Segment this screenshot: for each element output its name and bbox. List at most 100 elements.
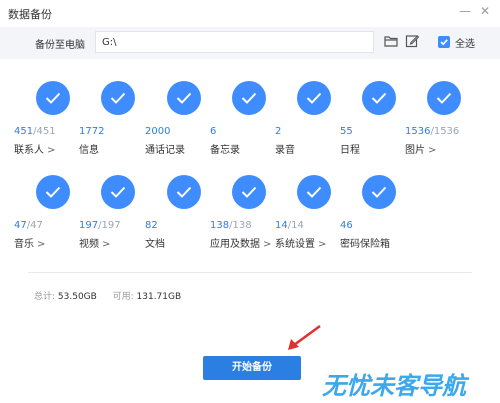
category-item[interactable]: 138/138 应用及数据 > — [210, 175, 283, 250]
category-count: 1772 — [79, 126, 104, 137]
category-count-value: 46 — [340, 220, 353, 231]
category-item[interactable]: 14/14 系统设置 > — [275, 175, 348, 250]
category-checked-icon[interactable] — [427, 81, 461, 115]
category-count-total: 47 — [30, 220, 43, 231]
edit-icon[interactable] — [404, 33, 420, 49]
category-count: 2 — [275, 126, 281, 137]
category-item[interactable]: 55 日程 — [340, 81, 413, 156]
category-label: 音乐 — [14, 239, 34, 250]
category-item[interactable]: 2 录音 — [275, 81, 348, 156]
category-count-total: 14 — [291, 220, 304, 231]
chevron-right-icon[interactable]: > — [263, 239, 271, 250]
backup-path-value: G:\ — [102, 37, 117, 48]
category-item[interactable]: 47/47 音乐 > — [14, 175, 87, 250]
category-label: 通话记录 — [145, 145, 185, 156]
divider — [28, 272, 472, 273]
chevron-right-icon[interactable]: > — [102, 239, 110, 250]
backup-path-input[interactable]: G:\ — [95, 31, 374, 53]
category-checked-icon[interactable] — [101, 175, 135, 209]
category-name: 备忘录 — [210, 141, 243, 156]
category-item[interactable]: 6 备忘录 — [210, 81, 283, 156]
category-checked-icon[interactable] — [297, 81, 331, 115]
start-backup-button[interactable]: 开始备份 — [203, 356, 301, 380]
red-arrow-icon — [288, 324, 321, 350]
category-checked-icon[interactable] — [167, 175, 201, 209]
category-checked-icon[interactable] — [167, 81, 201, 115]
category-count: 1536/1536 — [405, 126, 459, 137]
category-count-total: 138 — [232, 220, 252, 231]
category-name: 通话记录 — [145, 141, 188, 156]
category-count-value: 55 — [340, 126, 353, 137]
category-checked-icon[interactable] — [362, 81, 396, 115]
category-checked-icon[interactable] — [297, 175, 331, 209]
category-count-value: 197 — [79, 220, 99, 231]
category-count-value: 138 — [210, 220, 230, 231]
category-count-total: 197 — [101, 220, 121, 231]
category-label: 文档 — [145, 239, 165, 250]
category-name: 音乐 > — [14, 235, 45, 250]
category-count-value: 1772 — [79, 126, 105, 137]
category-checked-icon[interactable] — [232, 81, 266, 115]
category-item[interactable]: 197/197 视频 > — [79, 175, 152, 250]
category-count: 55 — [340, 126, 353, 137]
category-count-total: 451 — [36, 126, 56, 137]
close-icon[interactable]: ✕ — [478, 4, 492, 18]
chevron-right-icon[interactable]: > — [318, 239, 326, 250]
category-checked-icon[interactable] — [36, 175, 70, 209]
category-count: 6 — [210, 126, 216, 137]
category-label: 联系人 — [14, 145, 44, 156]
category-label: 备忘录 — [210, 145, 240, 156]
category-name: 日程 — [340, 141, 363, 156]
category-name: 联系人 > — [14, 141, 55, 156]
backup-path-bar: 备份至电脑 G:\ 全选 — [0, 27, 500, 59]
minimize-icon[interactable]: — — [458, 4, 472, 18]
category-count: 138/138 — [210, 220, 252, 231]
category-label: 密码保险箱 — [340, 239, 390, 250]
category-item[interactable]: 2000 通话记录 — [145, 81, 218, 156]
category-label: 应用及数据 — [210, 239, 260, 250]
category-item[interactable]: 1536/1536 图片 > — [405, 81, 478, 156]
select-all-checkbox[interactable]: 全选 — [438, 35, 475, 50]
watermark-logo: 无忧未客导航 — [322, 372, 466, 400]
category-name: 信息 — [79, 141, 102, 156]
category-count-value: 1536 — [405, 126, 431, 137]
category-label: 日程 — [340, 145, 360, 156]
category-label: 录音 — [275, 145, 295, 156]
chevron-right-icon[interactable]: > — [47, 145, 55, 156]
category-count: 2000 — [145, 126, 170, 137]
category-item[interactable]: 451/451 联系人 > — [14, 81, 87, 156]
category-count-value: 14 — [275, 220, 288, 231]
category-label: 信息 — [79, 145, 99, 156]
category-item[interactable]: 46 密码保险箱 — [340, 175, 413, 250]
category-name: 应用及数据 > — [210, 235, 271, 250]
available-value: 131.71GB — [136, 292, 182, 302]
window-title: 数据备份 — [8, 8, 52, 21]
category-count-value: 2000 — [145, 126, 171, 137]
category-checked-icon[interactable] — [36, 81, 70, 115]
category-checked-icon[interactable] — [232, 175, 266, 209]
category-name: 视频 > — [79, 235, 110, 250]
select-all-label: 全选 — [455, 38, 475, 50]
category-count: 47/47 — [14, 220, 43, 231]
category-name: 密码保险箱 — [340, 235, 393, 250]
category-checked-icon[interactable] — [101, 81, 135, 115]
category-count-value: 2 — [275, 126, 282, 137]
title-bar: 数据备份 — ✕ — [0, 0, 500, 27]
category-count-value: 47 — [14, 220, 27, 231]
chevron-right-icon[interactable]: > — [428, 145, 436, 156]
category-count: 46 — [340, 220, 353, 231]
storage-summary: 总计: 53.50GB 可用: 131.71GB — [34, 289, 181, 302]
chevron-right-icon[interactable]: > — [37, 239, 45, 250]
backup-destination-label: 备份至电脑 — [35, 40, 85, 51]
category-name: 系统设置 > — [275, 235, 326, 250]
category-item[interactable]: 1772 信息 — [79, 81, 152, 156]
category-count-value: 6 — [210, 126, 217, 137]
category-name: 录音 — [275, 141, 298, 156]
category-checked-icon[interactable] — [362, 175, 396, 209]
category-count-value: 451 — [14, 126, 34, 137]
available-label: 可用: — [112, 292, 134, 302]
category-item[interactable]: 82 文档 — [145, 175, 218, 250]
folder-icon[interactable] — [383, 33, 399, 49]
category-label: 系统设置 — [275, 239, 315, 250]
checkbox-checked-icon — [438, 36, 450, 48]
